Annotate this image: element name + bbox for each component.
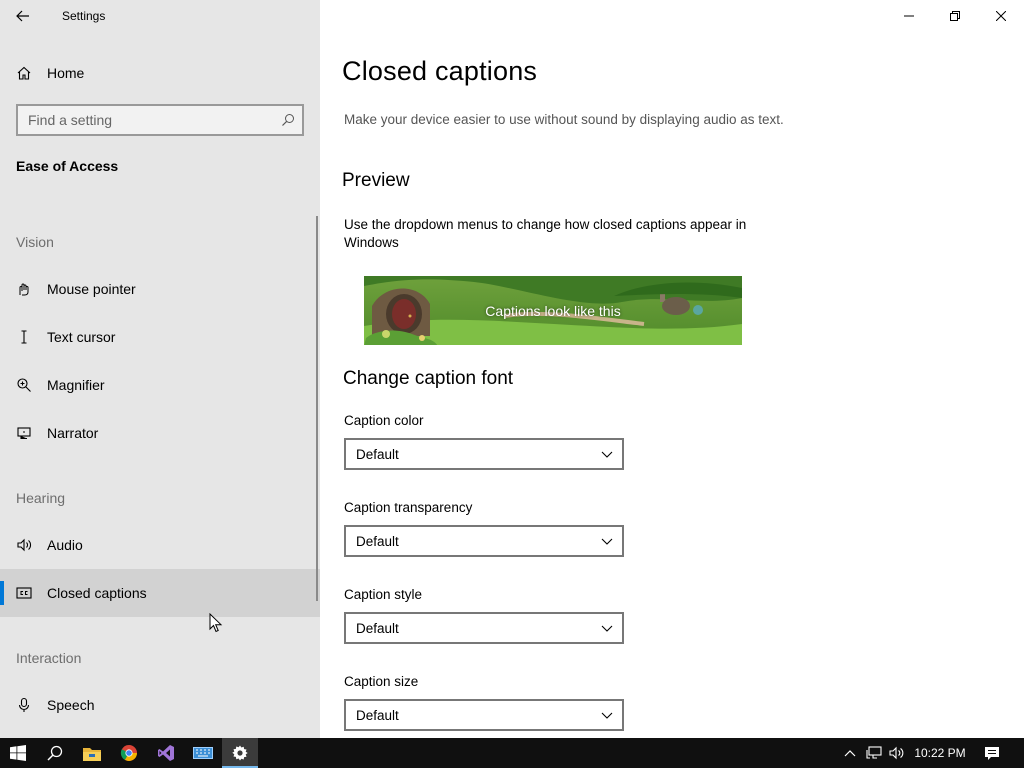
chevron-down-icon (592, 451, 622, 458)
mouse-cursor-icon (209, 613, 223, 633)
sidebar-item-label: Text cursor (47, 329, 116, 345)
start-button[interactable] (0, 738, 36, 768)
sidebar-item-speech[interactable]: Speech (0, 681, 320, 729)
visual-studio-button[interactable] (148, 738, 184, 768)
network-icon (866, 746, 882, 759)
microphone-icon (0, 697, 47, 713)
caption-color-dropdown[interactable]: Default (344, 438, 624, 470)
dropdown-value: Default (356, 533, 399, 549)
taskbar: 10:22 PM (0, 738, 1024, 768)
page-description: Make your device easier to use without s… (344, 112, 784, 127)
sidebar-item-closed-captions[interactable]: Closed captions (0, 569, 320, 617)
sidebar-item-text-cursor[interactable]: Text cursor (0, 313, 320, 361)
preview-description: Use the dropdown menus to change how clo… (344, 217, 747, 250)
chevron-down-icon (592, 712, 622, 719)
text-cursor-icon (0, 329, 47, 345)
sidebar-item-label: Closed captions (47, 585, 147, 601)
taskbar-search-button[interactable] (37, 738, 73, 768)
sidebar-item-audio[interactable]: Audio (0, 521, 320, 569)
search-icon (47, 745, 63, 761)
caption-style-dropdown[interactable]: Default (344, 612, 624, 644)
sidebar-scrollbar[interactable] (316, 216, 318, 601)
caption-style-label: Caption style (344, 587, 423, 602)
group-heading-hearing: Hearing (16, 490, 66, 506)
taskbar-clock[interactable]: 10:22 PM (912, 738, 968, 768)
caption-color-label: Caption color (344, 413, 424, 428)
search-icon[interactable] (281, 113, 295, 132)
dropdown-value: Default (356, 446, 399, 462)
restore-button[interactable] (932, 0, 978, 32)
sidebar-item-narrator[interactable]: Narrator (0, 409, 320, 457)
closed-captions-icon (0, 586, 47, 600)
back-arrow-icon (16, 10, 29, 22)
sidebar-item-mouse-pointer[interactable]: Mouse pointer (0, 265, 320, 313)
back-button[interactable] (6, 0, 40, 32)
chevron-down-icon (592, 538, 622, 545)
caption-preview-text: Captions look like this (485, 302, 621, 319)
start-icon (10, 745, 26, 761)
category-heading: Ease of Access (16, 158, 119, 174)
volume-button[interactable] (887, 738, 907, 768)
action-center-button[interactable] (980, 738, 1004, 768)
caption-size-dropdown[interactable]: Default (344, 699, 624, 731)
caption-transparency-label: Caption transparency (344, 500, 473, 515)
network-button[interactable] (864, 738, 884, 768)
sidebar-item-label: Speech (47, 697, 95, 713)
close-button[interactable] (978, 0, 1024, 32)
search-box[interactable] (16, 104, 304, 136)
caption-size-label: Caption size (344, 674, 419, 689)
file-explorer-icon (83, 747, 101, 761)
keyboard-icon (193, 747, 213, 759)
dropdown-value: Default (356, 620, 399, 636)
show-hidden-icons-button[interactable] (842, 738, 858, 768)
sidebar-item-label: Magnifier (47, 377, 105, 393)
dropdown-value: Default (356, 707, 399, 723)
restore-icon (950, 11, 960, 21)
settings-icon (232, 745, 248, 761)
caption-transparency-dropdown[interactable]: Default (344, 525, 624, 557)
caption-preview-image: Captions look like this (364, 276, 742, 345)
sidebar-item-home[interactable]: Home (0, 49, 320, 97)
sidebar-item-label: Narrator (47, 425, 99, 441)
keyboard-button[interactable] (185, 738, 221, 768)
settings-taskbar-button[interactable] (222, 738, 258, 768)
sidebar-item-label: Mouse pointer (47, 281, 136, 297)
app-title: Settings (62, 9, 106, 23)
sidebar-item-label: Audio (47, 537, 83, 553)
file-explorer-button[interactable] (74, 738, 110, 768)
home-icon (0, 65, 47, 81)
group-heading-vision: Vision (16, 234, 54, 250)
group-heading-interaction: Interaction (16, 650, 82, 666)
magnifier-icon (0, 377, 47, 393)
speaker-icon (0, 537, 47, 553)
visual-studio-icon (158, 745, 174, 761)
narrator-icon (0, 425, 47, 441)
page-title: Closed captions (342, 56, 538, 86)
caption-font-heading: Change caption font (343, 368, 514, 389)
preview-heading: Preview (342, 170, 410, 191)
minimize-button[interactable] (886, 0, 932, 32)
chrome-button[interactable] (111, 738, 147, 768)
chrome-icon (120, 745, 137, 761)
minimize-icon (904, 15, 914, 17)
sidebar-item-magnifier[interactable]: Magnifier (0, 361, 320, 409)
search-input[interactable] (18, 106, 302, 134)
volume-icon (889, 746, 904, 760)
sidebar-item-label: Home (47, 65, 85, 81)
chevron-up-icon (844, 749, 856, 756)
notification-icon (985, 746, 999, 760)
chevron-down-icon (592, 625, 622, 632)
close-icon (996, 11, 1006, 21)
sidebar: Settings Home Ease of Access Vision Mous… (0, 0, 320, 738)
mouse-pointer-icon (0, 281, 47, 297)
